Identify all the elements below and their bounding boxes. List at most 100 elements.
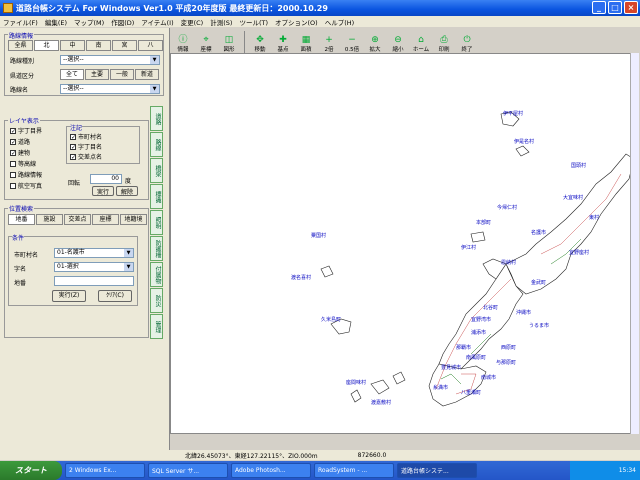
toolbar-button[interactable]: ▦ 面積 [295,29,317,53]
taskbar-item[interactable]: 2 Windows Ex... [65,463,145,478]
toolbar-button[interactable]: ✥ 移動 [249,29,271,53]
toolbar-button[interactable]: ⌖ 座標 [195,29,217,53]
class-tab[interactable]: 新道 [135,69,159,80]
info-icon: ⓘ [178,35,188,45]
area-tab[interactable]: 北 [34,40,59,51]
map-canvas[interactable]: 伊平屋村 伊是名村 国頭村 大宜味村 東村 今帰仁村 本部町 名護市 宜野座村 恩納村 金武町 伊江村… [170,53,637,434]
search-tab[interactable]: 交差点 [64,214,91,225]
search-tab[interactable]: 座標 [92,214,119,225]
rotate-input[interactable]: 00 [90,174,122,184]
road-name-select[interactable]: --選択-- ▼ [60,84,160,94]
map-label: 伊是名村 [514,139,535,145]
annotation-checkbox[interactable]: ✓ 字丁目名 [70,142,102,151]
class-tab[interactable]: 一般 [110,69,134,80]
menu-item[interactable]: アイテム(I) [141,17,173,27]
side-tab[interactable]: 標識 [150,184,163,209]
checkbox-icon[interactable]: ✓ [70,143,76,150]
side-tab[interactable]: 橋梁 [150,158,163,183]
rotate-reset-button[interactable]: 解除 [116,186,138,196]
search-tab[interactable]: 施設 [36,214,63,225]
chiban-input[interactable] [54,276,134,286]
layer-checkbox[interactable]: ✓ 字丁目界 [10,126,42,135]
area-tab[interactable]: 中 [60,40,85,51]
search-run-button[interactable]: 実行(Z) [52,290,86,302]
map-label: 西原町 [501,345,517,351]
checkbox-icon[interactable] [10,182,16,189]
menu-item[interactable]: 作図(D) [111,17,134,27]
search-tab[interactable]: 地籍境 [120,214,147,225]
search-tab[interactable]: 地番 [8,214,35,225]
map-vertical-scrollbar[interactable] [630,53,639,434]
toolbar-button[interactable]: ⌂ ホーム [410,29,432,53]
side-tab[interactable]: 防護柵 [150,236,163,261]
checkbox-icon[interactable]: ✓ [70,153,76,160]
road-type-label: 路線種別 [10,58,35,65]
map-label: 渡嘉敷村 [371,400,392,406]
checkbox-icon[interactable]: ✓ [10,138,16,145]
checkbox-icon[interactable]: ✓ [70,133,76,140]
menu-item[interactable]: 編集(E) [45,17,67,27]
side-tab[interactable]: 路線 [150,132,163,157]
checkbox-icon[interactable] [10,160,16,167]
menu-item[interactable]: 変更(C) [181,17,204,27]
taskbar-item[interactable]: SQL Server サ... [148,463,228,478]
toolbar-button[interactable]: ⊕ 拡大 [364,29,386,53]
class-tab[interactable]: 全て [60,69,84,80]
toolbar-button[interactable]: ⓘ 情報 [172,29,194,53]
maximize-button[interactable]: □ [608,1,622,14]
zoom-in-icon: ⊕ [371,35,379,45]
toolbar-button[interactable]: − 0.5倍 [341,29,363,53]
menu-item[interactable]: 計測(S) [210,17,232,27]
move-icon: ✥ [256,35,264,45]
toolbar-label: 2倍 [324,47,334,53]
checkbox-icon[interactable] [10,171,16,178]
izena-iheya [500,111,530,157]
menu-item[interactable]: ファイル(F) [3,17,38,27]
road-type-select[interactable]: --選択-- ▼ [60,55,160,65]
search-clear-button[interactable]: ｸﾘｱ(C) [98,290,132,302]
area-tab[interactable]: 八 [138,40,163,51]
toolbar-button[interactable]: ⏻ 終了 [456,29,478,53]
layer-checkbox[interactable]: 航空写真 [10,181,42,190]
checkbox-icon[interactable]: ✓ [10,127,16,134]
side-tab[interactable]: 照明 [150,210,163,235]
layer-checkbox[interactable]: 等高線 [10,159,36,168]
toolbar-button[interactable]: +2倍 [318,29,340,53]
taskbar-item[interactable]: 道路台帳システ... [397,463,477,478]
close-button[interactable]: × [624,1,638,14]
side-tab[interactable]: 道路 [150,106,163,131]
checkbox-icon[interactable]: ✓ [10,149,16,156]
annotation-checkbox[interactable]: ✓ 市町村名 [70,132,102,141]
side-tab[interactable]: 防災 [150,288,163,313]
rotate-exec-button[interactable]: 実行 [92,186,114,196]
start-button[interactable]: スタート [0,461,62,480]
print-icon: ⎙ [440,35,448,45]
layer-checkbox[interactable]: ✓ 建物 [10,148,30,157]
side-tab[interactable]: 付属物 [150,262,163,287]
area-tab[interactable]: 全県 [8,40,33,51]
toolbar-label: 座標 [200,47,212,53]
menu-item[interactable]: ツール(T) [239,17,268,27]
class-tab[interactable]: 主要 [85,69,109,80]
taskbar-item[interactable]: RoadSystem - ... [314,463,394,478]
aza-select[interactable]: 01-選択 ▼ [54,262,134,272]
menu-item[interactable]: オプション(O) [275,17,318,27]
layer-checkbox[interactable]: ✓ 道路 [10,137,30,146]
toolbar-button[interactable]: ✚ 基点 [272,29,294,53]
layer-title: レイヤ表示 [8,116,40,125]
menu-item[interactable]: ヘルプ(H) [325,17,354,27]
city-select[interactable]: 01-名護市 ▼ [54,248,134,258]
side-tab[interactable]: 管理 [150,314,163,339]
minimize-button[interactable]: _ [592,1,606,14]
toolbar-button[interactable]: ⊖ 縮小 [387,29,409,53]
area-tab[interactable]: 南 [86,40,111,51]
annotation-checkbox[interactable]: ✓ 交差点名 [70,152,102,161]
menu-item[interactable]: マップ(M) [74,17,104,27]
toolbar-button[interactable]: ◫ 図形 [218,29,240,53]
map-label: 国頭村 [571,163,587,169]
map-label: 八重瀬町 [461,390,482,396]
layer-checkbox[interactable]: 路線情報 [10,170,42,179]
toolbar-button[interactable]: ⎙ 印刷 [433,29,455,53]
area-tab[interactable]: 宮 [112,40,137,51]
taskbar-item[interactable]: Adobe Photosh... [231,463,311,478]
